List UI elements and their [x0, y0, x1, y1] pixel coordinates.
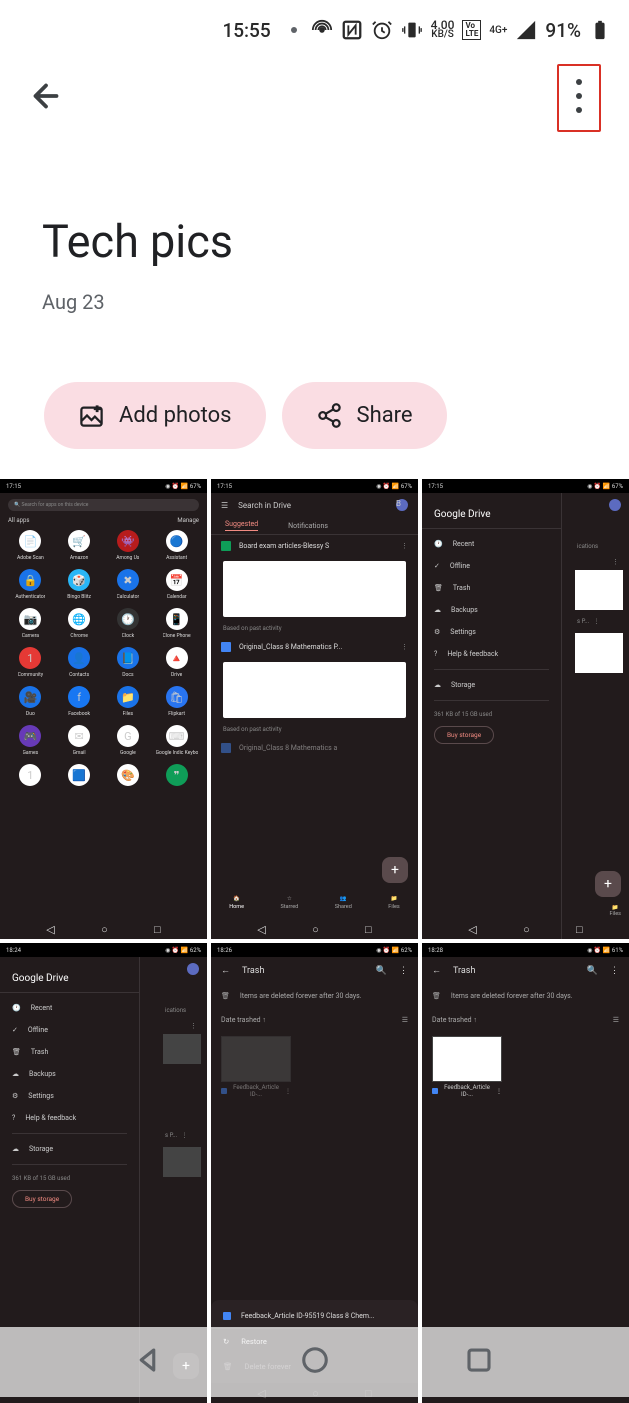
nav-home-button[interactable]	[300, 1345, 330, 1379]
photo-grid: 17:15◉ ⏰ 📶 67% 🔍 Search for apps on this…	[0, 479, 629, 1403]
battery-icon	[589, 19, 611, 41]
network-speed: 4.00 KB/S	[431, 20, 455, 40]
add-photos-button[interactable]: Add photos	[44, 382, 266, 449]
add-photo-icon	[78, 402, 105, 429]
hotspot-icon	[311, 19, 333, 41]
network-type: 4G+	[489, 25, 507, 36]
nav-back-button[interactable]	[135, 1345, 165, 1379]
action-row: Add photos Share	[0, 382, 629, 479]
alarm-icon	[371, 19, 393, 41]
status-bar: 15:55 4.00 KB/S VoLTE 4G+ 91%	[0, 0, 629, 60]
album-title: Tech pics	[42, 215, 587, 268]
battery-percent: 91%	[545, 19, 581, 42]
nfc-icon	[341, 19, 363, 41]
signal-icon	[515, 19, 537, 41]
photo-thumbnail[interactable]: 17:15◉ ⏰ 📶 67% Google Drive 🕐Recent✓Offl…	[422, 479, 629, 939]
status-time: 15:55	[222, 19, 270, 42]
system-nav-bar	[0, 1327, 629, 1397]
back-button[interactable]	[28, 78, 64, 118]
photo-thumbnail[interactable]: 17:15◉ ⏰ 📶 67% 🔍 Search for apps on this…	[0, 479, 207, 939]
vibrate-icon	[401, 19, 423, 41]
volte-icon: VoLTE	[462, 20, 481, 40]
more-options-button[interactable]	[557, 64, 601, 132]
album-date: Aug 23	[42, 290, 587, 314]
share-button[interactable]: Share	[282, 382, 447, 449]
share-icon	[316, 402, 343, 429]
photo-thumbnail[interactable]: 17:15◉ ⏰ 📶 67% ☰Search in DriveB Suggest…	[211, 479, 418, 939]
nav-recents-button[interactable]	[464, 1345, 494, 1379]
app-bar	[0, 60, 629, 135]
album-header: Tech pics Aug 23	[0, 135, 629, 382]
